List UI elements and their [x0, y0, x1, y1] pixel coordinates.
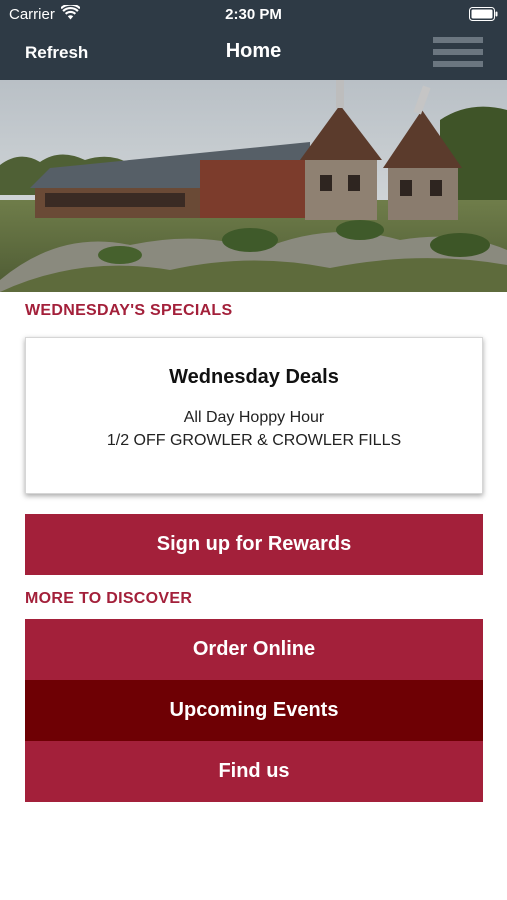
discover-heading: MORE TO DISCOVER — [25, 590, 193, 607]
sign-up-rewards-button[interactable]: Sign up for Rewards — [25, 514, 483, 575]
upcoming-events-button[interactable]: Upcoming Events — [25, 680, 483, 741]
navigation-bar: Refresh Home — [0, 30, 507, 80]
specials-card-line: 1/2 OFF GROWLER & CROWLER FILLS — [106, 432, 402, 449]
brewery-hero-image — [0, 80, 507, 292]
clock-time: 2:30 PM — [225, 6, 282, 23]
specials-card-title: Wednesday Deals — [169, 366, 339, 388]
refresh-button[interactable]: Refresh — [25, 43, 88, 63]
specials-heading: WEDNESDAY'S SPECIALS — [25, 302, 233, 319]
status-bar: Carrier 2:30 PM — [0, 0, 507, 30]
specials-card: Wednesday Deals All Day Hoppy Hour 1/2 O… — [25, 337, 483, 494]
order-online-button[interactable]: Order Online — [25, 619, 483, 680]
app-header: Carrier 2:30 PM Refresh Home — [0, 0, 507, 80]
battery-icon — [469, 7, 498, 21]
hamburger-menu-icon[interactable] — [433, 37, 483, 67]
find-us-button[interactable]: Find us — [25, 741, 483, 802]
specials-card-line: All Day Hoppy Hour — [183, 409, 325, 426]
